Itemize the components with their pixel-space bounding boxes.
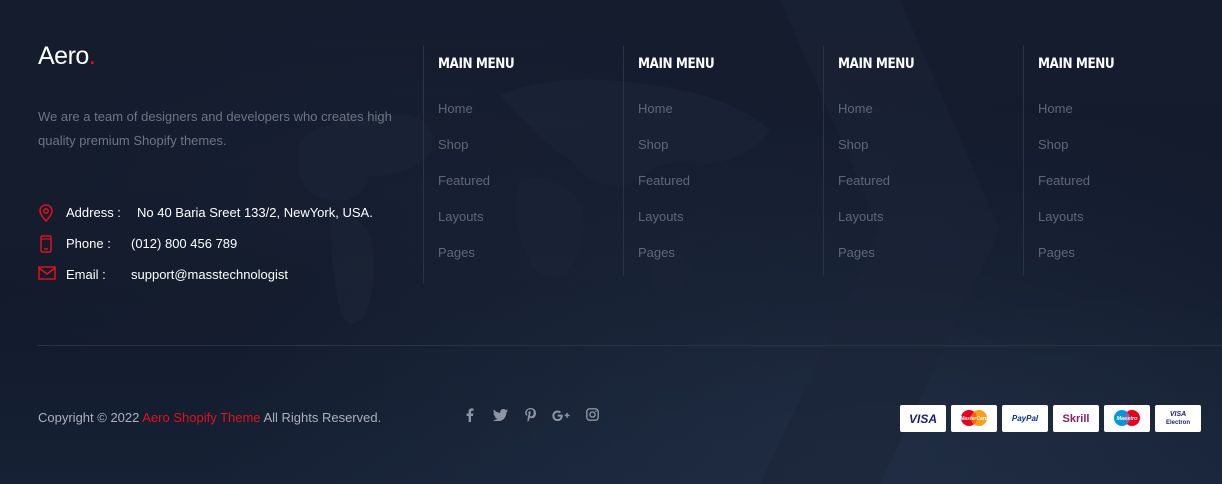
- paypal-icon: PayPal: [1002, 405, 1048, 432]
- copyright-brand-link[interactable]: Aero Shopify Theme: [142, 410, 260, 425]
- copyright-suffix: All Rights Reserved.: [260, 410, 382, 425]
- visa-label: VISA: [908, 411, 937, 426]
- facebook-icon[interactable]: [460, 408, 480, 426]
- instagram-icon[interactable]: [582, 408, 602, 426]
- contact-phone: Phone : (012) 800 456 789: [38, 228, 373, 259]
- contact-info: Address : No 40 Baria Sreet 133/2, NewYo…: [38, 197, 373, 290]
- menu-link-shop[interactable]: Shop: [1038, 135, 1222, 171]
- menu-title: MAIN MENU: [438, 56, 515, 72]
- email-label: Email :: [66, 267, 106, 282]
- visa-electron-bottom-label: Electron: [1165, 419, 1190, 426]
- visa-electron-top-label: VISA: [1169, 410, 1187, 418]
- logo-text: Aero: [38, 42, 89, 70]
- menu-link-layouts[interactable]: Layouts: [838, 207, 1023, 243]
- menu-link-home[interactable]: Home: [838, 99, 1023, 135]
- menu-link-shop[interactable]: Shop: [838, 135, 1023, 171]
- skrill-icon: Skrill: [1053, 405, 1099, 432]
- menu-title: MAIN MENU: [1038, 56, 1115, 72]
- mastercard-icon: MasterCard: [951, 405, 997, 432]
- social-links: [460, 408, 612, 426]
- menu-title: MAIN MENU: [838, 56, 915, 72]
- contact-address: Address : No 40 Baria Sreet 133/2, NewYo…: [38, 197, 373, 228]
- phone-value[interactable]: (012) 800 456 789: [131, 236, 237, 251]
- menu-column-1: MAIN MENU Home Shop Featured Layouts Pag…: [423, 46, 623, 284]
- payment-methods: VISA MasterCard PayPal Skrill Maestro VI…: [900, 405, 1206, 432]
- twitter-icon[interactable]: [490, 408, 510, 426]
- about-text: We are a team of designers and developer…: [38, 109, 392, 148]
- menu-title: MAIN MENU: [638, 56, 715, 72]
- paypal-label: PayPal: [1011, 414, 1039, 423]
- menu-link-layouts[interactable]: Layouts: [638, 207, 823, 243]
- menu-link-home[interactable]: Home: [438, 99, 623, 135]
- menu-link-layouts[interactable]: Layouts: [1038, 207, 1222, 243]
- menu-column-4: MAIN MENU Home Shop Featured Layouts Pag…: [1023, 46, 1222, 276]
- menu-column-3: MAIN MENU Home Shop Featured Layouts Pag…: [823, 46, 1023, 276]
- phone-icon: [38, 234, 56, 253]
- menu-link-home[interactable]: Home: [1038, 99, 1222, 135]
- google-plus-icon[interactable]: [550, 408, 572, 426]
- menu-link-shop[interactable]: Shop: [438, 135, 623, 171]
- menu-link-pages[interactable]: Pages: [838, 243, 1023, 279]
- mastercard-label: MasterCard: [960, 415, 988, 422]
- menu-link-home[interactable]: Home: [638, 99, 823, 135]
- envelope-icon: [38, 265, 56, 284]
- phone-label: Phone :: [66, 236, 111, 251]
- brand-logo[interactable]: Aero.: [38, 42, 96, 71]
- pinterest-icon[interactable]: [520, 408, 540, 426]
- email-value[interactable]: support@masstechnologist: [131, 267, 288, 282]
- footer-divider: [38, 345, 1222, 346]
- visa-card-icon: VISA: [900, 405, 946, 432]
- skrill-label: Skrill: [1062, 412, 1090, 425]
- contact-email: Email : support@masstechnologist: [38, 259, 373, 290]
- menu-link-pages[interactable]: Pages: [1038, 243, 1222, 279]
- menu-link-featured[interactable]: Featured: [638, 171, 823, 207]
- location-pin-icon: [38, 203, 56, 222]
- address-value: No 40 Baria Sreet 133/2, NewYork, USA.: [137, 205, 373, 220]
- menu-link-featured[interactable]: Featured: [838, 171, 1023, 207]
- copyright-text: Copyright © 2022 Aero Shopify Theme All …: [38, 410, 381, 425]
- address-label: Address :: [66, 205, 121, 220]
- menu-link-layouts[interactable]: Layouts: [438, 207, 623, 243]
- menu-link-featured[interactable]: Featured: [438, 171, 623, 207]
- logo-dot: .: [88, 42, 96, 70]
- menu-link-pages[interactable]: Pages: [438, 243, 623, 279]
- menu-link-featured[interactable]: Featured: [1038, 171, 1222, 207]
- visa-electron-icon: VISA Electron: [1155, 405, 1201, 432]
- menu-link-pages[interactable]: Pages: [638, 243, 823, 279]
- menu-column-2: MAIN MENU Home Shop Featured Layouts Pag…: [623, 46, 823, 276]
- maestro-label: Maestro: [1116, 415, 1138, 422]
- copyright-prefix: Copyright © 2022: [38, 410, 143, 425]
- menu-link-shop[interactable]: Shop: [638, 135, 823, 171]
- maestro-icon: Maestro: [1104, 405, 1150, 432]
